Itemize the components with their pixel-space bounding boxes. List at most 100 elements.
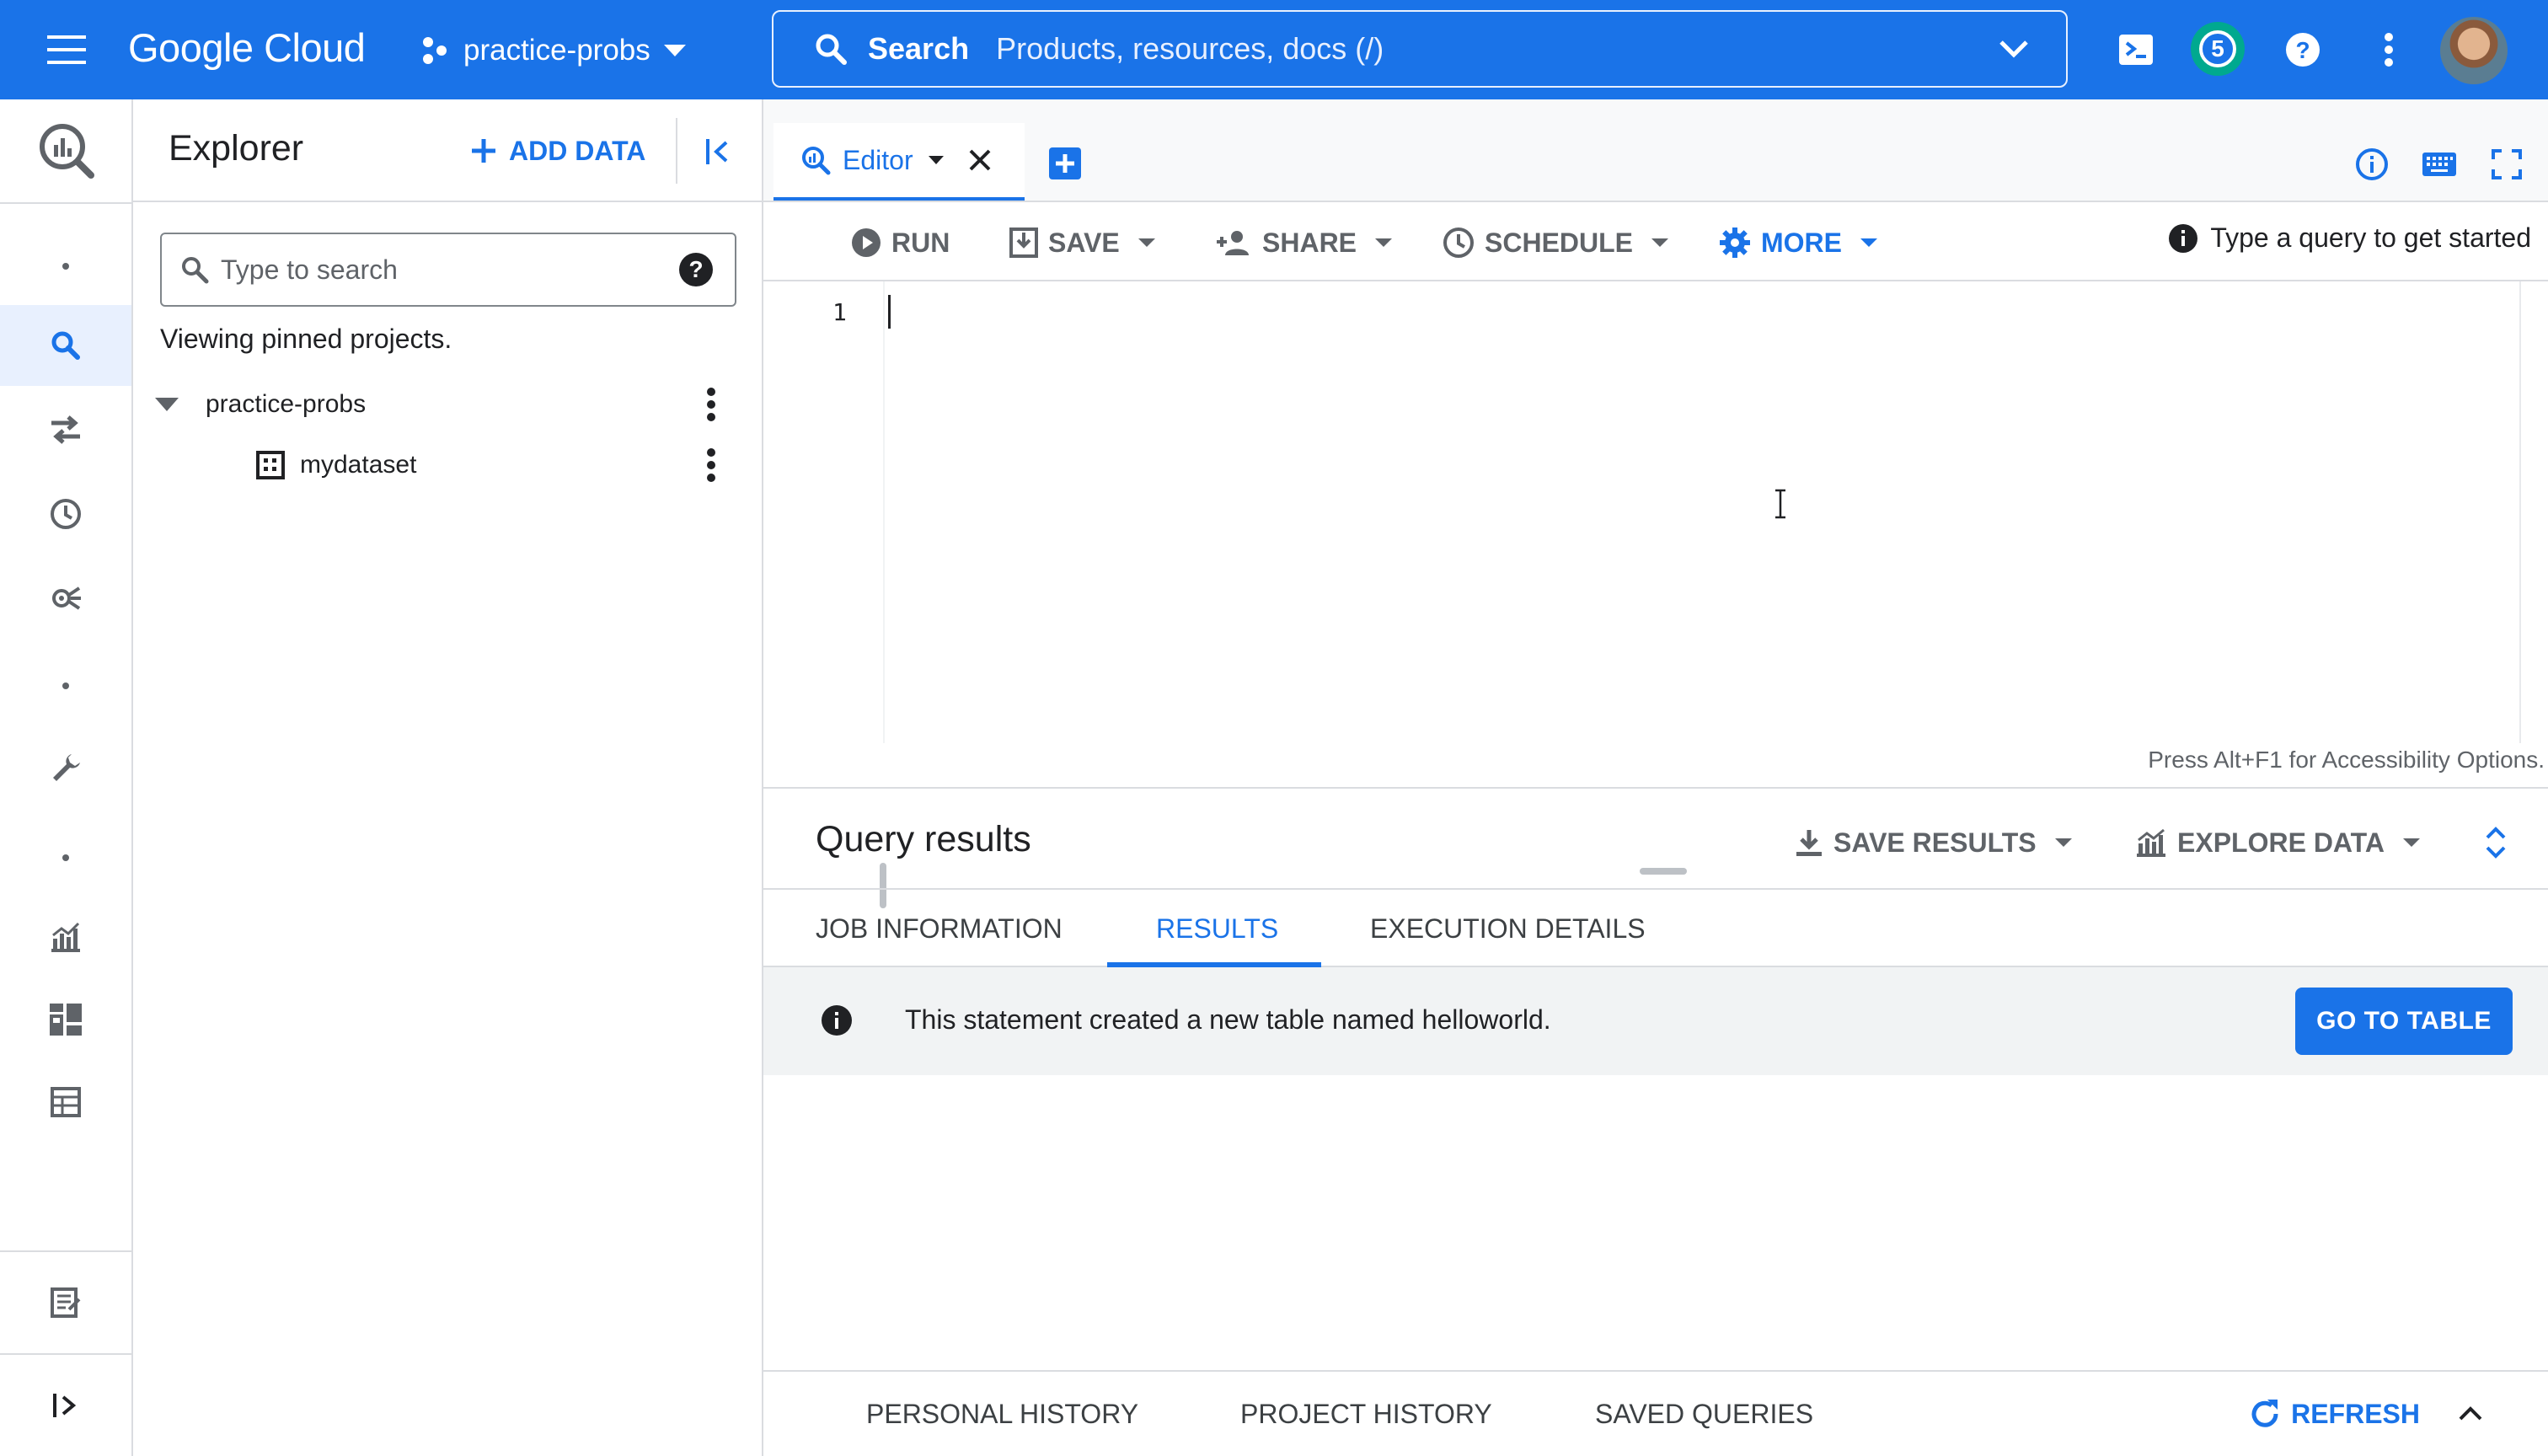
logo-text: Google Cloud (128, 24, 366, 70)
editor-tab-strip: Editor (763, 99, 2548, 202)
expand-arrow-icon[interactable] (155, 398, 179, 411)
tab-editor[interactable]: Editor (774, 123, 1025, 201)
explorer-search-placeholder: Type to search (221, 254, 398, 285)
tree-dataset-label: mydataset (300, 451, 417, 479)
viewing-note: Viewing pinned projects. (160, 324, 452, 354)
history-icon[interactable] (0, 474, 131, 554)
refresh-label: REFRESH (2291, 1398, 2420, 1429)
tab-execution-details[interactable]: EXECUTION DETAILS (1370, 890, 1646, 967)
tab-personal-history[interactable]: PERSONAL HISTORY (866, 1372, 1138, 1456)
refresh-button[interactable]: REFRESH (2249, 1392, 2420, 1436)
info-icon (821, 1004, 853, 1036)
share-label: SHARE (1262, 227, 1357, 258)
tree-project-label: practice-probs (206, 390, 367, 418)
transfer-icon[interactable] (0, 389, 131, 470)
bigquery-logo-icon[interactable] (0, 110, 131, 190)
dropdown-icon (1651, 238, 1669, 247)
tab-project-history[interactable]: PROJECT HISTORY (1240, 1372, 1492, 1456)
more-label: MORE (1761, 227, 1842, 258)
dashboard-icon[interactable] (0, 979, 131, 1060)
tree-project-row[interactable]: practice-probs (133, 376, 762, 433)
rail-divider (0, 1353, 131, 1355)
results-tabs: JOB INFORMATION RESULTS EXECUTION DETAIL… (763, 890, 2548, 967)
info-icon (2168, 223, 2198, 254)
editor-toolbar: RUN SAVE SHARE SCHEDULE MORE Type a quer… (763, 202, 2548, 281)
rail-dot (0, 817, 131, 898)
fullscreen-icon[interactable] (2486, 143, 2528, 185)
search-placeholder: Products, resources, docs (/) (996, 31, 1384, 66)
chevron-up-icon[interactable] (2449, 1392, 2492, 1436)
run-label: RUN (891, 227, 950, 258)
schedule-label: SCHEDULE (1485, 227, 1634, 258)
history-bar: PERSONAL HISTORY PROJECT HISTORY SAVED Q… (763, 1370, 2548, 1456)
save-results-label: SAVE RESULTS (1833, 827, 2037, 858)
more-vert-icon[interactable] (2363, 24, 2415, 76)
schedule-button[interactable]: SCHEDULE (1443, 219, 1669, 266)
notifications-badge[interactable]: 5 (2191, 22, 2245, 76)
expand-icon[interactable] (0, 1365, 131, 1446)
editor-scrollbar[interactable] (2519, 281, 2548, 743)
dropdown-icon (1375, 238, 1393, 247)
explorer-search-input[interactable]: Type to search ? (160, 233, 736, 307)
go-to-table-button[interactable]: GO TO TABLE (2295, 988, 2513, 1055)
top-app-bar: Google Cloud practice-probs Search Produ… (0, 0, 2548, 99)
tab-job-information[interactable]: JOB INFORMATION (816, 890, 1063, 967)
project-icon (420, 35, 450, 66)
line-gutter: 1 (763, 281, 883, 743)
explore-data-button[interactable]: EXPLORE DATA (2135, 821, 2420, 864)
info-banner: This statement created a new table named… (763, 967, 2548, 1075)
close-icon[interactable] (969, 149, 991, 171)
help-icon[interactable]: ? (2277, 24, 2329, 76)
chart-icon (2135, 828, 2167, 857)
analytics-hub-icon[interactable] (0, 558, 131, 639)
dropdown-icon (2054, 838, 2072, 847)
keyboard-icon[interactable] (2418, 143, 2460, 185)
refresh-icon (2249, 1398, 2281, 1430)
info-message: This statement created a new table named… (905, 1004, 1551, 1035)
menu-icon[interactable] (39, 25, 94, 74)
table-icon[interactable] (0, 1062, 131, 1143)
rail-dot (0, 226, 131, 307)
wrench-icon[interactable] (0, 726, 131, 807)
project-name: practice-probs (463, 34, 650, 67)
explorer-panel: Explorer ADD DATA Type to search ? Viewi… (133, 99, 886, 1456)
query-hint-text: Type a query to get started (2210, 222, 2531, 253)
main-workspace: Editor RUN SAVE SHARE SCHEDULE MORE Type… (763, 99, 2548, 1456)
info-icon[interactable] (2351, 143, 2393, 185)
tree-dataset-row[interactable]: mydataset (133, 436, 762, 494)
collapse-left-icon[interactable] (696, 130, 740, 174)
dropdown-icon (1860, 238, 1877, 247)
tab-menu-dropdown-icon[interactable] (928, 156, 944, 164)
dropdown-icon (2402, 838, 2420, 847)
save-results-button[interactable]: SAVE RESULTS (1795, 821, 2072, 864)
tab-saved-queries[interactable]: SAVED QUERIES (1595, 1372, 1813, 1456)
rail-dot (0, 645, 131, 726)
google-cloud-logo[interactable]: Google Cloud (128, 22, 366, 72)
chevron-down-icon[interactable] (1999, 40, 2029, 58)
expand-results-icon[interactable] (2476, 819, 2516, 866)
share-button[interactable]: SHARE (1215, 219, 1393, 266)
text-caret (888, 295, 891, 329)
download-icon (1795, 828, 1823, 857)
release-notes-icon[interactable] (0, 1262, 131, 1343)
new-query-tab-icon[interactable] (1045, 143, 1085, 184)
more-button[interactable]: MORE (1719, 219, 1877, 266)
sql-editor[interactable]: 1 Press Alt+F1 for Accessibility Options… (763, 281, 2548, 773)
avatar[interactable] (2440, 17, 2508, 84)
project-picker[interactable]: practice-probs (420, 24, 686, 78)
project-actions-icon[interactable] (694, 381, 728, 428)
accessibility-note: Press Alt+F1 for Accessibility Options. (2148, 747, 2545, 773)
dataset-actions-icon[interactable] (694, 442, 728, 489)
clock-icon (1443, 227, 1475, 259)
help-icon[interactable]: ? (679, 253, 713, 286)
play-icon (851, 228, 881, 258)
save-button[interactable]: SAVE (1009, 219, 1155, 266)
tab-results[interactable]: RESULTS (1156, 890, 1278, 967)
code-input-area[interactable] (883, 281, 2438, 743)
cloud-shell-icon[interactable] (2110, 24, 2162, 76)
add-data-button[interactable]: ADD DATA (470, 130, 645, 172)
search-input[interactable]: Search Products, resources, docs (/) (772, 10, 2068, 88)
search-icon[interactable] (0, 305, 131, 386)
chart-icon[interactable] (0, 897, 131, 977)
run-button[interactable]: RUN (851, 219, 950, 266)
